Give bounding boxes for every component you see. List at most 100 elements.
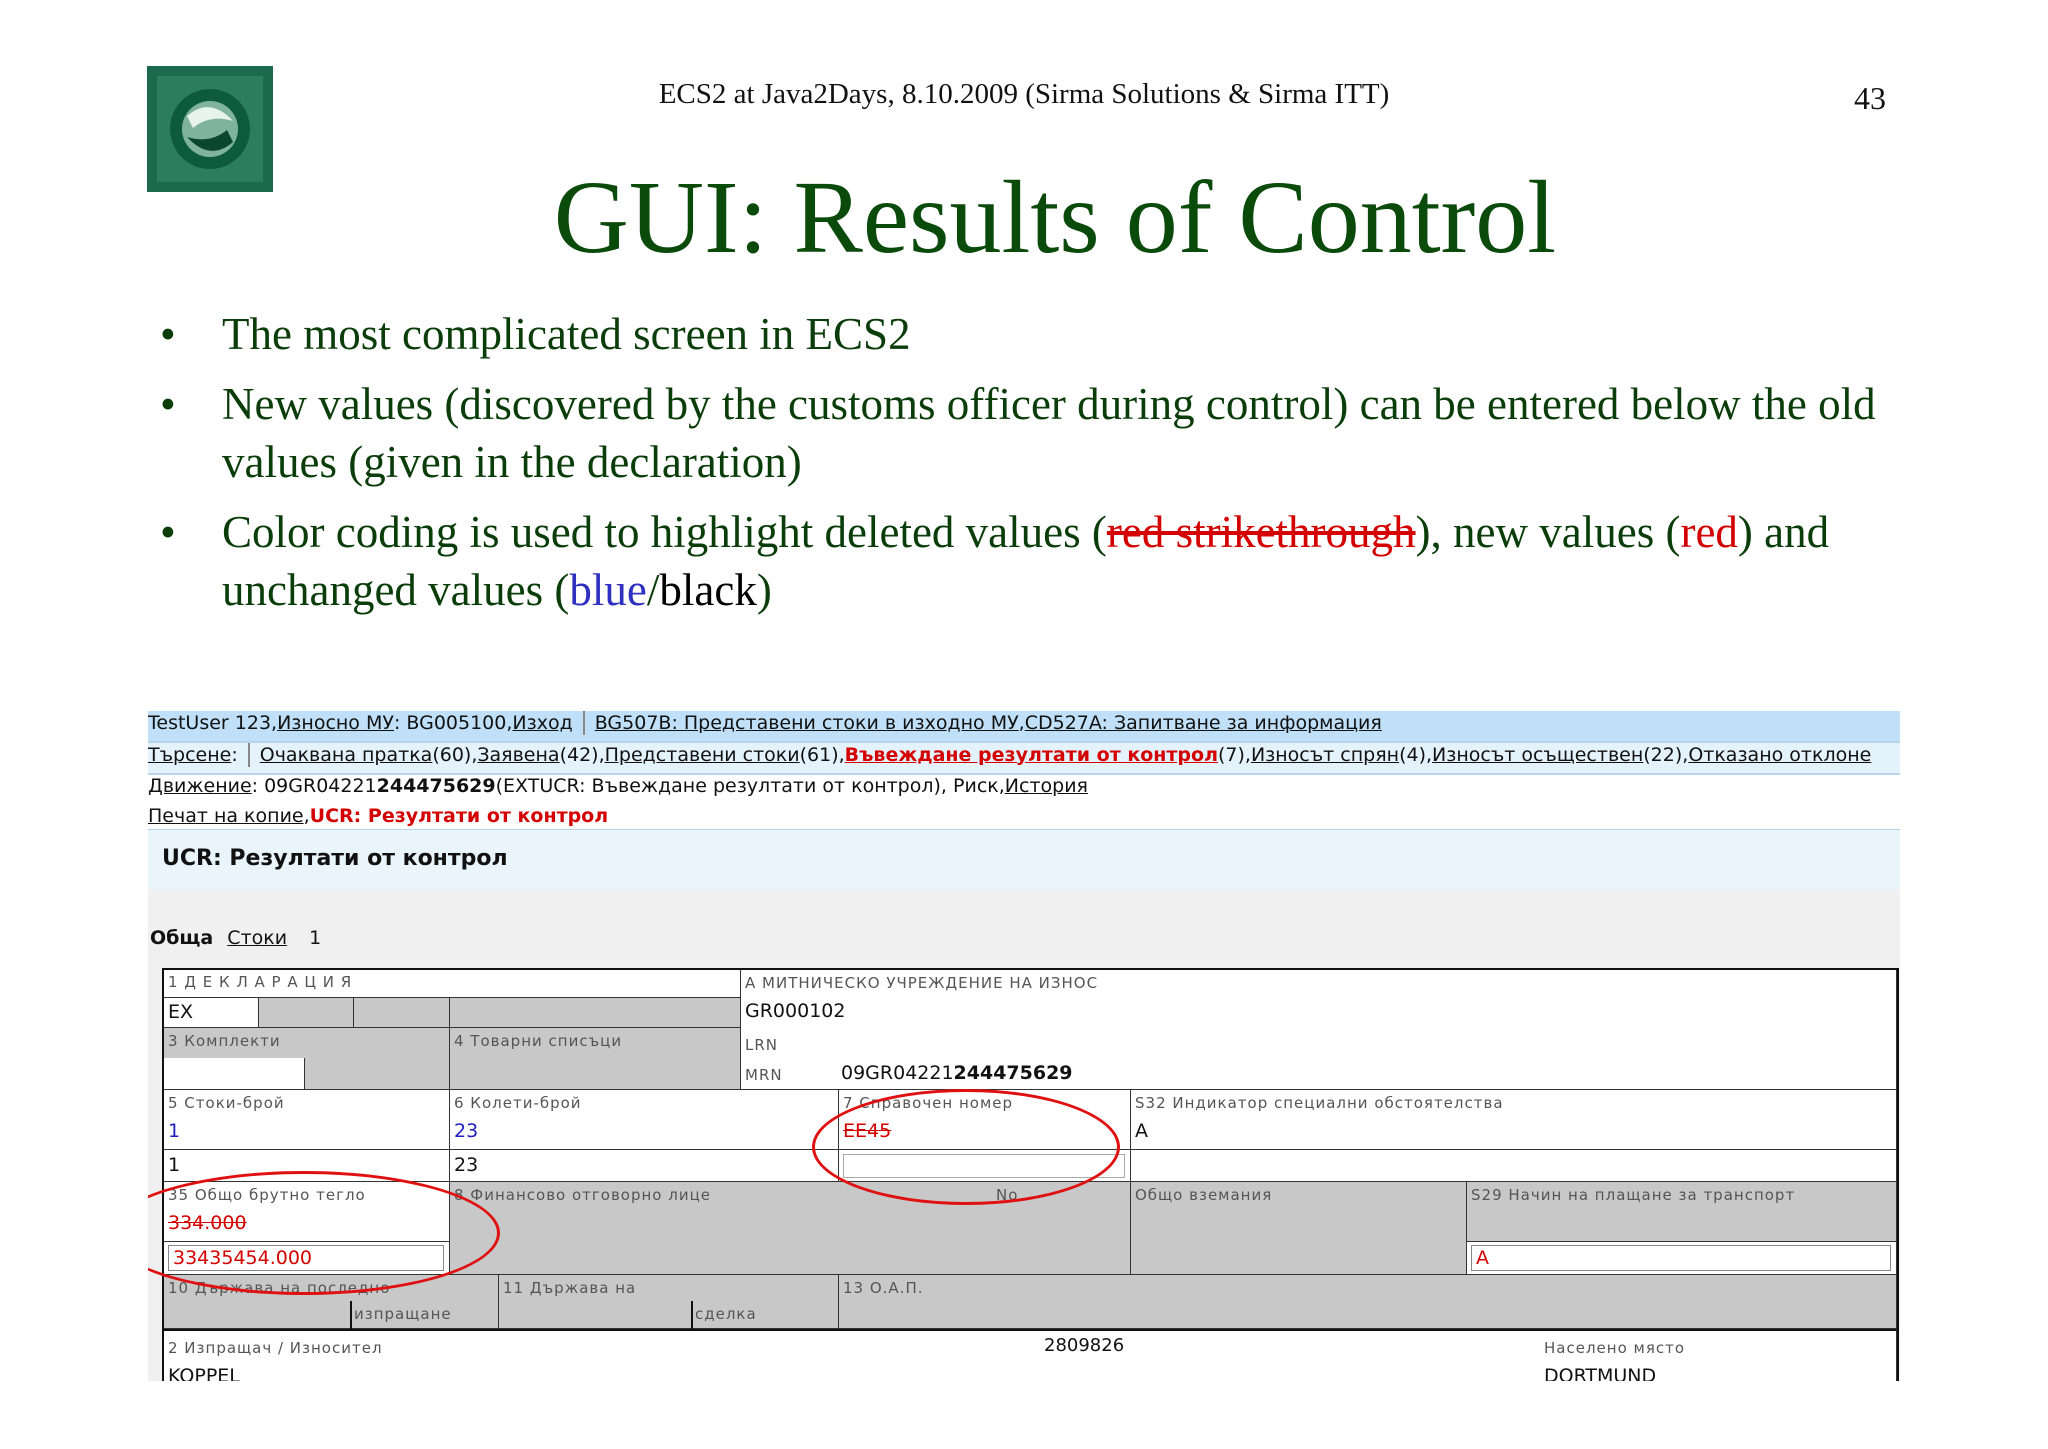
filter-link[interactable]: Представени стоки xyxy=(605,744,800,766)
mrn-value-prefix: 09GR04221 xyxy=(841,1062,954,1084)
filter-count: (7), xyxy=(1217,743,1251,766)
s32-label: S32 Индикатор специални обстоятелства xyxy=(1135,1094,1504,1112)
bullet-item: • The most complicated screen in ECS2 xyxy=(160,305,1910,363)
app-screenshot: TestUser 123, Износно МУ: BG005100, Изхо… xyxy=(148,711,1900,1381)
box1-sub xyxy=(354,998,450,1028)
box3-input[interactable] xyxy=(164,1058,305,1089)
search-colon: : xyxy=(231,743,238,766)
box2-value: KOPPEL xyxy=(168,1365,240,1381)
box2-label: 2 Изпращач / Износител xyxy=(168,1339,383,1357)
box6-new-value: 23 xyxy=(454,1154,479,1176)
nav-bar-print: Печат на копие, UCR: Резултати от контро… xyxy=(148,805,1900,831)
mrn-prefix: : 09GR04221 xyxy=(251,775,377,797)
slide-header: ECS2 at Java2Days, 8.10.2009 (Sirma Solu… xyxy=(658,78,1390,110)
bullet-marker: • xyxy=(160,379,176,429)
tab-general[interactable]: Обща xyxy=(150,927,213,949)
box1-sub xyxy=(259,998,354,1028)
bullet-item: • Color coding is used to highlight dele… xyxy=(160,503,1910,619)
financial-label: 8 Финансово отговорно лице xyxy=(454,1186,712,1204)
box10-cell: 10 Държава на последно изпращане xyxy=(164,1275,499,1329)
box5-label: 5 Стоки-брой xyxy=(168,1094,285,1112)
user-name: TestUser 123, xyxy=(148,711,278,734)
box6-label: 6 Колети-брой xyxy=(454,1094,582,1112)
filter-link[interactable]: Износът спрян xyxy=(1251,744,1399,766)
box7-label: 7 Справочен номер xyxy=(843,1094,1014,1112)
page-number: 43 xyxy=(1854,80,1886,116)
box10-label: 10 Държава на последно xyxy=(168,1279,391,1297)
filter-link[interactable]: Очаквана пратка xyxy=(260,744,433,766)
unchanged-black-example: black xyxy=(659,565,757,615)
boxA-cell: A МИТНИЧЕСКО УЧРЕЖДЕНИЕ НА ИЗНОС GR00010… xyxy=(741,970,1897,1090)
box4-cell: 4 Товарни списъци xyxy=(450,1028,741,1090)
section-title-text: UCR: Резултати от контрол xyxy=(162,846,508,871)
box7-new-input[interactable] xyxy=(843,1154,1125,1178)
search-link[interactable]: Търсене xyxy=(148,744,231,766)
bullet-item: • New values (discovered by the customs … xyxy=(160,375,1910,491)
goods-count: 1 xyxy=(309,927,322,949)
exit-link[interactable]: Изход xyxy=(512,712,572,734)
divider xyxy=(350,1301,352,1329)
divider xyxy=(691,1301,693,1329)
filter-link[interactable]: Заявена xyxy=(477,744,559,766)
box11-sub-label: сделка xyxy=(695,1305,757,1323)
deleted-example: red strikethrough xyxy=(1106,507,1416,557)
unchanged-blue-example: blue xyxy=(569,565,647,615)
box13-label: 13 О.А.П. xyxy=(843,1279,924,1297)
office-link[interactable]: Износно МУ xyxy=(277,712,394,734)
filter-link[interactable]: Износът осъществен xyxy=(1432,744,1643,766)
slide-title: GUI: Results of Control xyxy=(553,160,1557,275)
filter-link-active[interactable]: Въвеждане резултати от контрол xyxy=(845,744,1218,766)
box2-number: 2809826 xyxy=(1044,1335,1125,1356)
bullet-text: ) xyxy=(756,565,772,615)
s29-new-input[interactable]: A xyxy=(1471,1245,1891,1271)
boxA-label: A МИТНИЧЕСКО УЧРЕЖДЕНИЕ НА ИЗНОС xyxy=(745,974,1099,992)
box35-old-value: 334.000 xyxy=(168,1212,247,1234)
message-link[interactable]: CD527A: Запитване за информация xyxy=(1025,712,1382,734)
box3-cell: 3 Комплекти xyxy=(164,1028,450,1090)
tab-goods[interactable]: Стоки xyxy=(227,927,287,949)
nav-bar-movement: Движение: 09GR04221244475629 (EXTUCR: Въ… xyxy=(148,775,1900,807)
box5-old-value: 1 xyxy=(168,1120,181,1142)
box35-cell: 35 Общо брутно тегло 334.000 xyxy=(164,1182,450,1242)
box3-label: 3 Комплекти xyxy=(168,1032,281,1050)
mrn-bold: 244475629 xyxy=(376,775,496,797)
box6-new-cell: 23 xyxy=(450,1150,839,1182)
box7-old-value: EE45 xyxy=(843,1120,892,1142)
bullet-text: / xyxy=(646,565,660,615)
box6-cell: 6 Колети-брой 23 xyxy=(450,1090,839,1150)
box7-new-cell xyxy=(839,1150,1131,1182)
box5-new-cell: 1 xyxy=(164,1150,450,1182)
box1-value-cell: EX xyxy=(164,998,259,1028)
filter-link[interactable]: Отказано отклоне xyxy=(1688,744,1871,766)
box1-value: EX xyxy=(168,1001,194,1023)
bullet-text: The most complicated screen in ECS2 xyxy=(222,309,911,359)
movement-link[interactable]: Движение xyxy=(148,775,252,797)
box-financial-cell: 8 Финансово отговорно лице No xyxy=(450,1182,1131,1275)
box35-new-input[interactable]: 33435454.000 xyxy=(168,1245,444,1271)
nav-bar-user: TestUser 123, Износно МУ: BG005100, Изхо… xyxy=(148,711,1900,743)
place-label: Населено място xyxy=(1544,1339,1686,1357)
lrn-label: LRN xyxy=(745,1036,778,1054)
box7-cell: 7 Справочен номер EE45 xyxy=(839,1090,1131,1150)
bullet-text: New values (discovered by the customs of… xyxy=(222,379,1876,487)
filter-count: (60), xyxy=(432,743,478,766)
s29-label: S29 Начин на плащане за транспорт xyxy=(1471,1186,1796,1204)
box1-sub xyxy=(450,998,741,1028)
s32-new-cell xyxy=(1131,1150,1897,1182)
boxA-value: GR000102 xyxy=(745,1000,846,1022)
box11-cell: 11 Държава на сделка xyxy=(499,1275,839,1329)
print-copy-link[interactable]: Печат на копие xyxy=(148,805,304,827)
declaration-form: 1 Д Е К Л А Р А Ц И Я EX A МИТНИЧЕСКО УЧ… xyxy=(162,968,1899,1381)
history-link[interactable]: История xyxy=(1005,775,1088,797)
s29-cell: S29 Начин на плащане за транспорт xyxy=(1467,1182,1897,1242)
message-link[interactable]: BG507B: Представени стоки в изходно МУ xyxy=(595,712,1019,734)
mrn-label: MRN xyxy=(745,1066,783,1084)
section-title: UCR: Резултати от контрол xyxy=(148,830,1900,890)
filter-count: (61), xyxy=(799,743,845,766)
charges-label: Общо вземания xyxy=(1135,1186,1273,1204)
tabs: Обща Стоки 1 xyxy=(150,927,321,949)
box11-label: 11 Държава на xyxy=(503,1279,637,1297)
divider xyxy=(582,711,585,735)
box5-cell: 5 Стоки-брой 1 xyxy=(164,1090,450,1150)
place-value: DORTMUND xyxy=(1544,1365,1657,1381)
